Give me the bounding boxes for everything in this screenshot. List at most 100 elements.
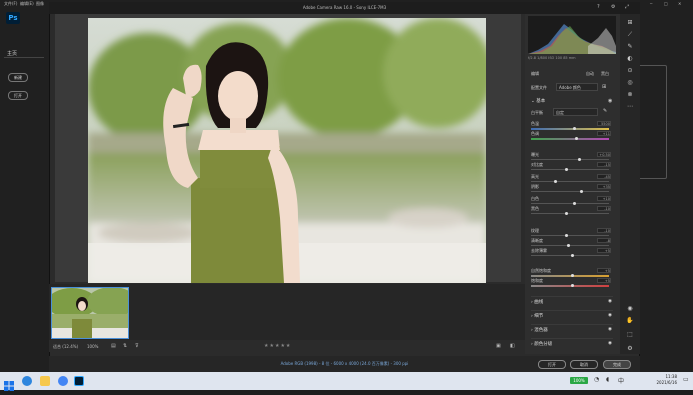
- minimize-icon[interactable]: ─: [650, 1, 652, 6]
- slider-value-input[interactable]: +5: [597, 278, 611, 283]
- filmstrip-thumbnail[interactable]: [51, 287, 129, 339]
- slider-track[interactable]: [531, 128, 609, 130]
- slider-knob[interactable]: [571, 254, 574, 257]
- slider-value-input[interactable]: +5: [597, 248, 611, 253]
- slider-track[interactable]: [531, 169, 609, 170]
- zoom-label[interactable]: 适合 (12.4%): [53, 344, 78, 350]
- filter-icon[interactable]: ⊽: [135, 343, 139, 349]
- eye-icon[interactable]: ◉: [608, 327, 612, 332]
- redeye-icon[interactable]: ⊙: [623, 66, 637, 76]
- photo-preview[interactable]: [88, 18, 486, 283]
- slider-track[interactable]: [531, 181, 609, 182]
- toggle-view-icon[interactable]: ◧: [510, 343, 515, 349]
- slider-value-input[interactable]: -15: [597, 162, 611, 167]
- gear-icon[interactable]: ⚙: [611, 4, 615, 10]
- battery-indicator[interactable]: 100%: [570, 377, 588, 384]
- done-button[interactable]: 完成: [603, 360, 631, 369]
- slider-value-input[interactable]: +35: [597, 184, 611, 189]
- slider-knob[interactable]: [565, 234, 568, 237]
- fullscreen-icon[interactable]: ⤢: [625, 4, 629, 10]
- file-explorer-icon[interactable]: [40, 376, 50, 386]
- slider-track[interactable]: [531, 275, 609, 277]
- white-balance-select[interactable]: 自定: [553, 108, 598, 116]
- slider-value-input[interactable]: -45: [597, 174, 611, 179]
- slider-knob[interactable]: [565, 168, 568, 171]
- browser-icon[interactable]: [58, 376, 68, 386]
- slider-value-input[interactable]: +5: [597, 268, 611, 273]
- slider-track[interactable]: [531, 138, 609, 140]
- windows-start-icon[interactable]: [4, 376, 14, 391]
- slider-track[interactable]: [531, 213, 609, 214]
- eye-icon[interactable]: ◉: [608, 98, 612, 104]
- slider-knob[interactable]: [580, 190, 583, 193]
- profile-select[interactable]: Adobe 颜色: [556, 83, 598, 91]
- slider-value-input[interactable]: +10: [597, 196, 611, 201]
- notification-icon[interactable]: ▭: [683, 376, 689, 383]
- slider-track[interactable]: [531, 203, 609, 204]
- zoom-value[interactable]: 100%: [87, 344, 98, 349]
- photoshop-taskbar-icon[interactable]: [74, 376, 84, 386]
- slider-knob[interactable]: [565, 212, 568, 215]
- edge-icon[interactable]: [22, 376, 32, 386]
- menu-edit[interactable]: 编辑(E): [20, 1, 34, 7]
- slider-knob[interactable]: [573, 202, 576, 205]
- volume-icon[interactable]: ◖: [606, 376, 609, 383]
- maximize-icon[interactable]: □: [664, 1, 668, 6]
- bw-button[interactable]: 黑白: [601, 71, 609, 77]
- slider-value-input[interactable]: +0.50: [597, 152, 611, 157]
- new-button[interactable]: 新建: [8, 73, 28, 82]
- sort-icon[interactable]: ⇅: [123, 343, 127, 349]
- rating-stars[interactable]: ★★★★★: [264, 343, 291, 349]
- cancel-button[interactable]: 取消: [570, 360, 598, 369]
- section-basic[interactable]: ⌄ 基本: [531, 98, 545, 104]
- slider-value-input[interactable]: -10: [597, 228, 611, 233]
- auto-button[interactable]: 自动: [586, 71, 594, 77]
- slider-knob[interactable]: [578, 158, 581, 161]
- slider-knob[interactable]: [567, 244, 570, 247]
- slider-value-input[interactable]: -10: [597, 206, 611, 211]
- menu-image[interactable]: 图像: [36, 1, 44, 7]
- section-header[interactable]: › 混色器 ◉: [531, 324, 613, 333]
- slider-track[interactable]: [531, 285, 609, 287]
- section-header[interactable]: › 曲线 ◉: [531, 296, 613, 305]
- grid-icon[interactable]: ⬚: [623, 330, 637, 340]
- close-icon[interactable]: ✕: [678, 1, 681, 6]
- browse-profiles-icon[interactable]: ⊞: [602, 84, 606, 90]
- slider-track[interactable]: [531, 191, 609, 192]
- slider-track[interactable]: [531, 255, 609, 256]
- eye-icon[interactable]: ◉: [608, 341, 612, 346]
- menu-file[interactable]: 文件(F): [4, 1, 17, 7]
- healing-icon[interactable]: ✎: [623, 42, 637, 52]
- slider-knob[interactable]: [575, 137, 578, 140]
- ime-icon[interactable]: 中: [618, 376, 624, 385]
- slider-knob[interactable]: [554, 180, 557, 183]
- more-icon[interactable]: ⋯: [623, 102, 637, 112]
- slider-value-input[interactable]: +11: [597, 131, 611, 136]
- presets-icon[interactable]: ◎: [623, 78, 637, 88]
- slider-knob[interactable]: [571, 284, 574, 287]
- edit-tool-icon[interactable]: ⊞: [623, 18, 637, 28]
- slider-knob[interactable]: [573, 127, 576, 130]
- slider-value-input[interactable]: 5500: [597, 121, 611, 126]
- snapshot-icon[interactable]: ⊗: [623, 90, 637, 100]
- filmstrip-icon[interactable]: ▤: [111, 343, 116, 349]
- settings-icon[interactable]: ⚙: [623, 344, 637, 354]
- section-header[interactable]: › 细节 ◉: [531, 310, 613, 319]
- compare-icon[interactable]: ▣: [496, 343, 501, 349]
- eyedropper-icon[interactable]: ✎: [603, 108, 607, 114]
- slider-value-input[interactable]: -8: [597, 238, 611, 243]
- zoom-icon[interactable]: ◉: [623, 304, 637, 314]
- open-dialog-button[interactable]: 打开: [538, 360, 566, 369]
- crop-icon[interactable]: ⟋: [623, 30, 637, 40]
- eye-icon[interactable]: ◉: [608, 299, 612, 304]
- slider-knob[interactable]: [571, 274, 574, 277]
- slider-track[interactable]: [531, 159, 609, 160]
- slider-track[interactable]: [531, 235, 609, 236]
- mask-icon[interactable]: ◐: [623, 54, 637, 64]
- slider-track[interactable]: [531, 245, 609, 246]
- section-header[interactable]: › 颜色分级 ◉: [531, 338, 613, 347]
- open-button[interactable]: 打开: [8, 91, 28, 100]
- help-icon[interactable]: ?: [597, 4, 600, 10]
- network-icon[interactable]: ◔: [594, 376, 599, 383]
- eye-icon[interactable]: ◉: [608, 313, 612, 318]
